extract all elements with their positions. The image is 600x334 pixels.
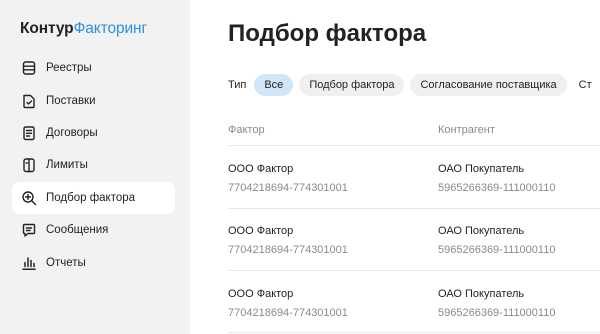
- filter-chip-all[interactable]: Все: [254, 74, 294, 96]
- sidebar: КонтурФакторинг Реестры Поставки Договор…: [0, 0, 190, 334]
- table-row-2-counterparty[interactable]: ОАО Покупатель 5965266369-111000110: [438, 224, 555, 257]
- sidebar-item-factor-selection[interactable]: Подбор фактора: [12, 182, 175, 214]
- logo-brand: Контур: [20, 20, 74, 37]
- factor-name: ООО Фактор: [228, 225, 294, 237]
- sidebar-item-contracts[interactable]: Договоры: [12, 117, 175, 149]
- counterparty-name: ОАО Покупатель: [438, 288, 525, 300]
- contract-icon: [20, 124, 38, 142]
- logo-product: Факторинг: [73, 20, 148, 37]
- counterparty-inn: 5965266369-111000110: [438, 182, 556, 194]
- counterparty-inn: 5965266369-111000110: [438, 307, 556, 319]
- sidebar-item-reports[interactable]: Отчеты: [12, 247, 175, 279]
- table-row-3-factor[interactable]: ООО Фактор 7704218694-774301001: [228, 287, 348, 320]
- document-icon: [20, 92, 38, 110]
- bar-chart-icon: [20, 254, 38, 272]
- counterparty-name: ОАО Покупатель: [438, 163, 525, 175]
- factor-inn: 7704218694-774301001: [228, 182, 348, 194]
- sidebar-item-label: Отчеты: [46, 257, 86, 269]
- sidebar-item-label: Поставки: [46, 95, 96, 107]
- table-row-1-factor[interactable]: ООО Фактор 7704218694-774301001: [228, 162, 348, 195]
- filter-overflow-label[interactable]: Ст: [579, 79, 592, 91]
- sidebar-item-messages[interactable]: Сообщения: [12, 214, 175, 246]
- factor-name: ООО Фактор: [228, 163, 294, 175]
- factor-inn: 7704218694-774301001: [228, 244, 348, 256]
- column-header-factor: Фактор: [228, 124, 265, 136]
- filter-chip-factor-selection[interactable]: Подбор фактора: [299, 74, 405, 96]
- sidebar-item-label: Реестры: [46, 62, 92, 74]
- page-title: Подбор фактора: [228, 20, 427, 47]
- counterparty-name: ОАО Покупатель: [438, 225, 525, 237]
- factor-inn: 7704218694-774301001: [228, 307, 348, 319]
- type-filter: Тип Все Подбор фактора Согласование пост…: [228, 74, 592, 96]
- sidebar-item-limits[interactable]: Лимиты: [12, 149, 175, 181]
- app-logo[interactable]: КонтурФакторинг: [20, 20, 147, 38]
- main-content: Подбор фактора Тип Все Подбор фактора Со…: [190, 0, 600, 334]
- sidebar-item-label: Подбор фактора: [46, 192, 136, 204]
- table-row-3-counterparty[interactable]: ОАО Покупатель 5965266369-111000110: [438, 287, 555, 320]
- sidebar-item-label: Договоры: [46, 127, 98, 139]
- factor-name: ООО Фактор: [228, 288, 294, 300]
- header-divider: [228, 145, 600, 146]
- search-plus-icon: [20, 189, 38, 207]
- registry-icon: [20, 59, 38, 77]
- sidebar-item-label: Сообщения: [46, 224, 109, 236]
- message-icon: [20, 221, 38, 239]
- limits-icon: [20, 156, 38, 174]
- sidebar-item-deliveries[interactable]: Поставки: [12, 85, 175, 117]
- row-divider: [228, 270, 600, 271]
- table-row-2-factor[interactable]: ООО Фактор 7704218694-774301001: [228, 224, 348, 257]
- sidebar-item-label: Лимиты: [46, 159, 88, 171]
- sidebar-item-registries[interactable]: Реестры: [12, 52, 175, 84]
- column-header-counterparty: Контрагент: [438, 124, 495, 136]
- filter-label: Тип: [228, 79, 247, 91]
- counterparty-inn: 5965266369-111000110: [438, 244, 556, 256]
- row-divider: [228, 208, 600, 209]
- table-row-1-counterparty[interactable]: ОАО Покупатель 5965266369-111000110: [438, 162, 555, 195]
- row-divider: [228, 332, 600, 333]
- filter-chip-supplier-approval[interactable]: Согласование поставщика: [410, 74, 567, 96]
